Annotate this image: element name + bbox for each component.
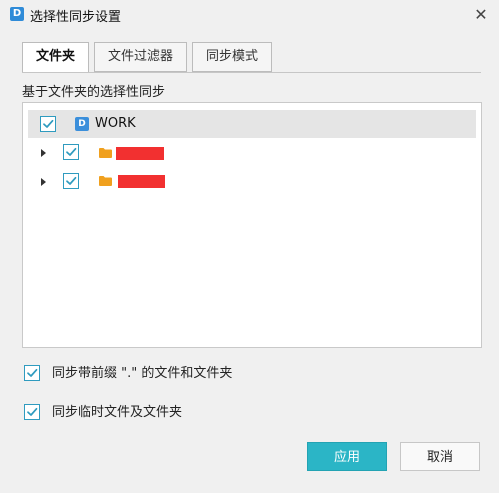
tree-row-root[interactable]: D WORK [28,110,476,138]
sync-drive-icon: D [75,117,89,131]
tab-bar: 文件夹 文件过滤器 同步模式 [22,42,277,73]
cancel-button[interactable]: 取消 [400,442,480,471]
expand-arrow-icon[interactable] [40,148,48,158]
dot-prefix-label: 同步带前缀 "." 的文件和文件夹 [52,366,233,381]
folder-checkbox[interactable] [63,144,79,160]
folder-checkbox[interactable] [63,173,79,189]
window-title: 选择性同步设置 [30,10,122,25]
tab-sync-mode[interactable]: 同步模式 [192,42,273,72]
temp-files-checkbox[interactable] [24,404,40,420]
tree-row[interactable] [23,167,475,195]
checkmark-icon [27,368,38,377]
tree-row[interactable] [23,138,475,166]
checkmark-icon [27,407,38,416]
root-checkbox[interactable] [40,116,56,132]
tab-file-filters[interactable]: 文件过滤器 [94,42,188,72]
redacted-folder-name [116,147,164,160]
close-button[interactable]: ✕ [469,3,493,27]
tab-folders[interactable]: 文件夹 [22,42,90,73]
title-bar: D 选择性同步设置 ✕ [0,0,499,30]
redacted-folder-name [118,175,165,188]
dot-prefix-checkbox[interactable] [24,365,40,381]
section-label: 基于文件夹的选择性同步 [22,85,166,100]
folder-icon [99,148,112,158]
folder-icon [99,176,112,186]
tab-divider [22,72,481,73]
checkmark-icon [66,176,77,185]
folder-tree: D WORK [22,102,482,348]
checkmark-icon [66,147,77,156]
expand-arrow-icon[interactable] [40,177,48,187]
app-icon: D [10,7,24,21]
apply-button[interactable]: 应用 [307,442,387,471]
temp-files-label: 同步临时文件及文件夹 [52,405,183,420]
checkmark-icon [43,119,54,128]
root-folder-label: WORK [95,116,136,131]
selective-sync-dialog: D 选择性同步设置 ✕ 文件夹 文件过滤器 同步模式 基于文件夹的选择性同步 D… [0,0,499,493]
